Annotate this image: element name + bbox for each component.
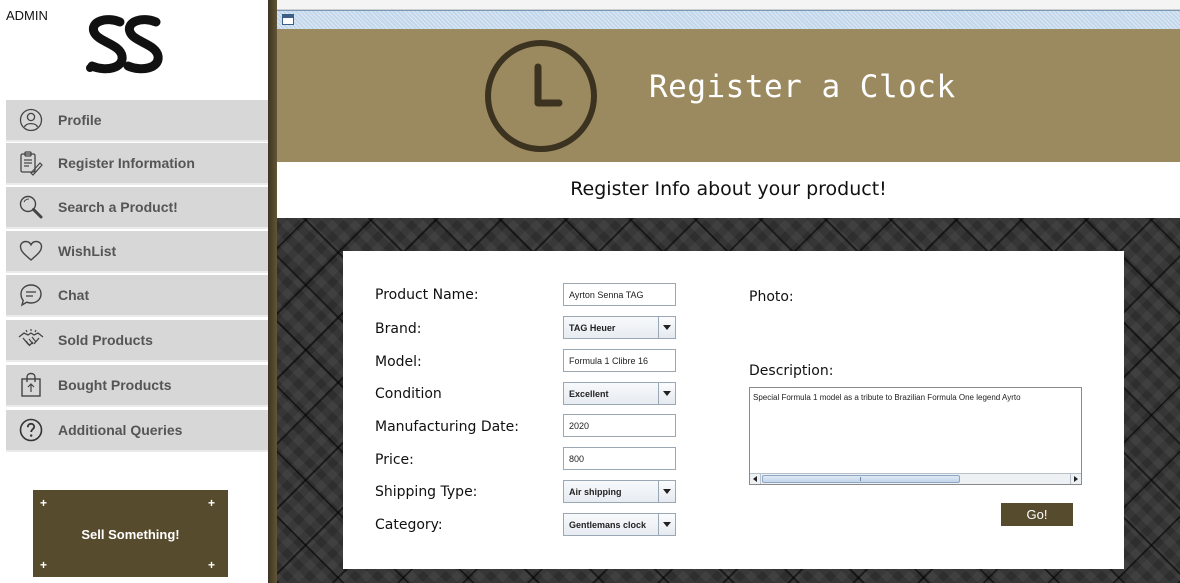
horizontal-scrollbar[interactable] [750, 473, 1081, 484]
corner-plus-mark: + [40, 558, 48, 572]
chevron-down-icon[interactable] [658, 514, 675, 535]
sidebar-item-sold-products[interactable]: Sold Products [6, 320, 268, 362]
model-field[interactable]: Formula 1 Clibre 16 [563, 349, 676, 372]
field-value: Formula 1 Clibre 16 [569, 355, 649, 366]
scroll-thumb[interactable] [762, 475, 960, 483]
chat-bubble-icon [16, 280, 46, 310]
shipping-type-label: Shipping Type: [375, 484, 478, 500]
condition-label: Condition [375, 386, 442, 402]
shipping-type-select[interactable]: Air shipping [563, 480, 676, 503]
select-value: Gentlemans clock [569, 519, 647, 530]
field-value: Ayrton Senna TAG [569, 289, 644, 300]
sidebar-item-label: Additional Queries [58, 422, 183, 438]
manufacturing-date-field[interactable]: 2020 [563, 414, 676, 437]
corner-plus-mark: + [207, 558, 215, 572]
window-icon[interactable] [282, 14, 294, 25]
magnifier-icon [16, 192, 46, 222]
subheader: Register Info about your product! [277, 162, 1180, 218]
sidebar-divider [268, 0, 277, 583]
sidebar-item-chat[interactable]: Chat [6, 275, 268, 317]
admin-role-label: ADMIN [6, 8, 48, 23]
corner-plus-mark: + [40, 496, 48, 510]
page-title: Register a Clock [649, 69, 956, 105]
category-label: Category: [375, 517, 443, 533]
field-value: 800 [569, 453, 585, 464]
user-circle-icon [16, 105, 46, 135]
sidebar-item-wishlist[interactable]: WishList [6, 231, 268, 273]
sidebar-item-label: Bought Products [58, 377, 172, 393]
main-panel: Register a Clock Register Info about you… [277, 0, 1180, 583]
product-name-label: Product Name: [375, 287, 479, 303]
sidebar-item-profile[interactable]: Profile [6, 100, 268, 142]
clipboard-edit-icon [16, 148, 46, 178]
chevron-down-icon[interactable] [658, 481, 675, 502]
sidebar-item-bought-products[interactable]: Bought Products [6, 365, 268, 407]
sidebar-item-label: Search a Product! [58, 199, 178, 215]
product-name-field[interactable]: Ayrton Senna TAG [563, 283, 676, 306]
go-button[interactable]: Go! [1001, 503, 1073, 526]
sidebar-item-register-information[interactable]: Register Information [6, 143, 268, 185]
clock-icon [485, 40, 597, 152]
description-text: Special Formula 1 model as a tribute to … [753, 393, 1021, 402]
brand-select[interactable]: TAG Heuer [563, 316, 676, 339]
sidebar-item-label: Chat [58, 287, 90, 303]
shopping-bag-icon [16, 370, 46, 400]
brand-label: Brand: [375, 321, 422, 337]
model-label: Model: [375, 354, 422, 370]
sidebar-item-additional-queries[interactable]: Additional Queries [6, 410, 268, 452]
field-value: 2020 [569, 420, 590, 431]
sidebar-item-label: Register Information [58, 155, 195, 171]
manufacturing-date-label: Manufacturing Date: [375, 419, 520, 435]
register-form: Product Name: Brand: Model: Condition Ma… [343, 251, 1124, 569]
sidebar-item-label: WishList [58, 243, 117, 259]
select-value: Air shipping [569, 486, 622, 497]
scroll-right-arrow-icon[interactable] [1070, 474, 1081, 484]
chevron-down-icon[interactable] [658, 383, 675, 404]
corner-plus-mark: + [207, 496, 215, 510]
select-value: TAG Heuer [569, 322, 616, 333]
sidebar-item-search[interactable]: Search a Product! [6, 187, 268, 229]
subheader-title: Register Info about your product! [570, 178, 887, 200]
description-textarea[interactable]: Special Formula 1 model as a tribute to … [749, 387, 1082, 485]
page-header: Register a Clock [277, 29, 1180, 162]
price-label: Price: [375, 452, 414, 468]
select-value: Excellent [569, 388, 609, 399]
sidebar-item-label: Sold Products [58, 332, 153, 348]
category-select[interactable]: Gentlemans clock [563, 513, 676, 536]
sidebar-item-label: Profile [58, 112, 102, 128]
price-field[interactable]: 800 [563, 447, 676, 470]
top-strip [277, 0, 1180, 10]
handshake-icon [16, 325, 46, 355]
ss-logo [86, 15, 163, 74]
sell-button-label: Sell Something! [81, 527, 180, 542]
condition-select[interactable]: Excellent [563, 382, 676, 405]
internal-frame-titlebar[interactable] [277, 10, 1180, 29]
scroll-left-arrow-icon[interactable] [750, 474, 761, 484]
question-circle-icon [16, 415, 46, 445]
photo-label: Photo: [749, 289, 794, 305]
description-label: Description: [749, 363, 834, 379]
chevron-down-icon[interactable] [658, 317, 675, 338]
sidebar: ADMIN Profile Register Information Searc… [0, 0, 268, 583]
sell-something-button[interactable]: + + + + Sell Something! [33, 490, 228, 577]
heart-icon [16, 236, 46, 266]
